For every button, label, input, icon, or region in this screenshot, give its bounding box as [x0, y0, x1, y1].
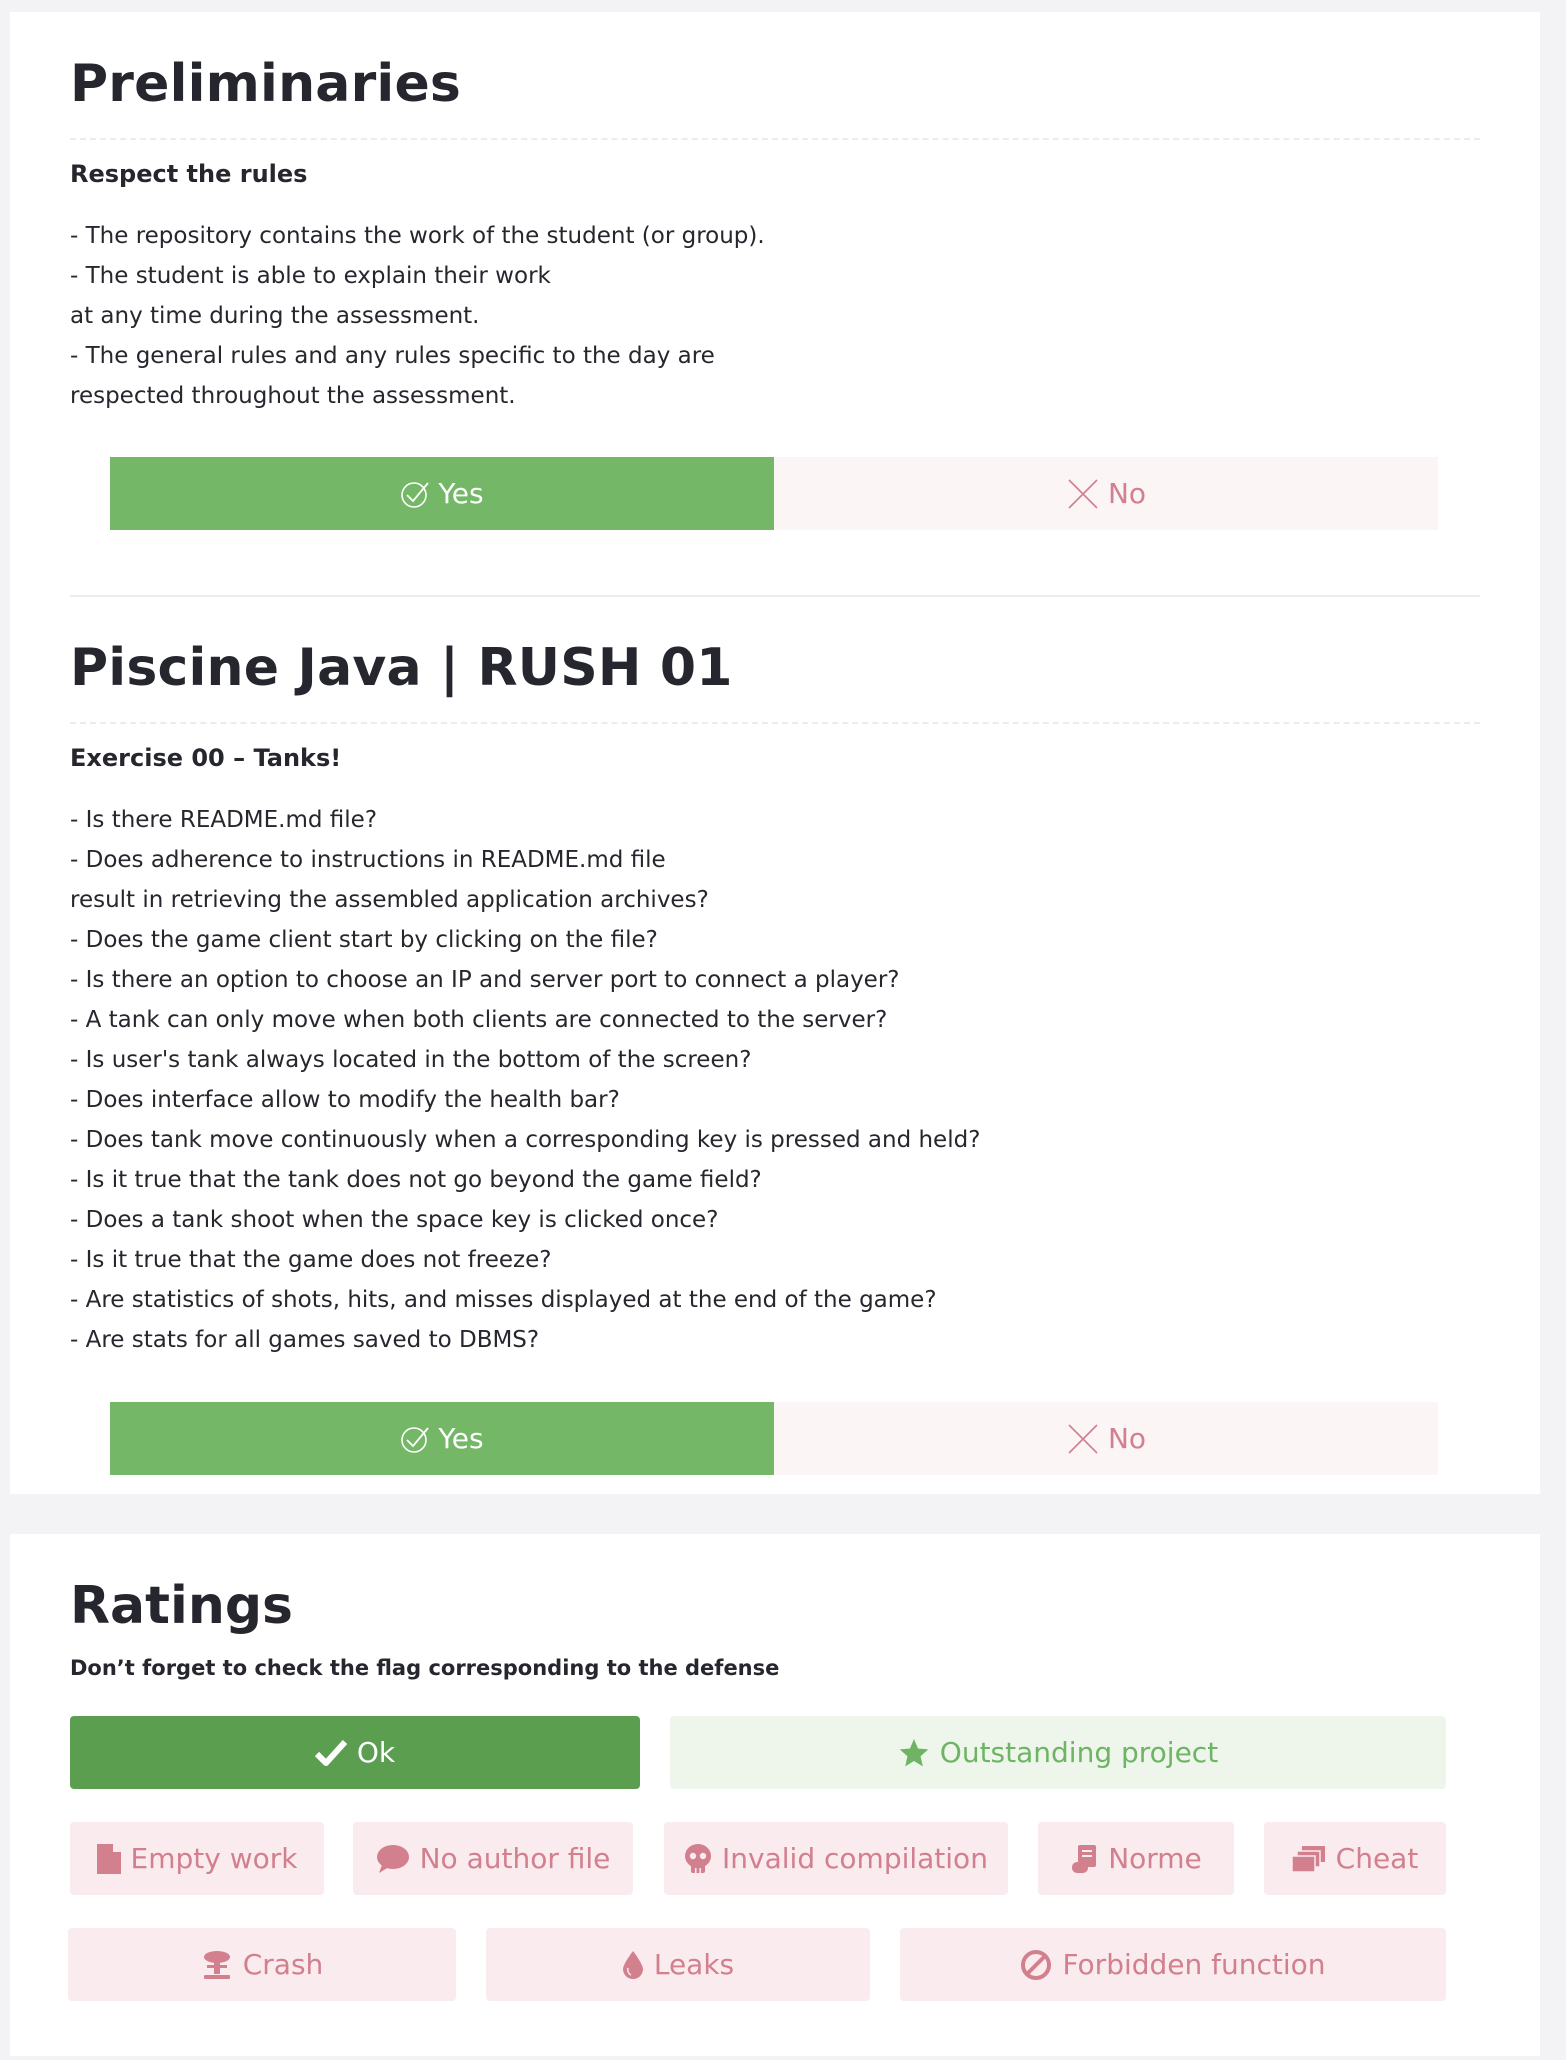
yes-button[interactable]: Yes: [110, 457, 774, 530]
exercise-checklist: - Is there README.md file? - Does adhere…: [70, 800, 1370, 1360]
checklist-line: - Are stats for all games saved to DBMS?: [70, 1327, 540, 1353]
description-line: - The repository contains the work of th…: [70, 223, 765, 249]
invalid-compilation-flag-button[interactable]: Invalid compilation: [664, 1822, 1008, 1895]
empty-work-flag-button[interactable]: Empty work: [70, 1822, 324, 1895]
checklist-line: - A tank can only move when both clients…: [70, 1007, 888, 1033]
description-line: respected throughout the assessment.: [70, 383, 516, 409]
divider: [70, 138, 1480, 140]
ratings-title: Ratings: [70, 1576, 294, 1636]
leaks-label: Leaks: [653, 1948, 735, 1981]
ratings-note: Don’t forget to check the flag correspon…: [70, 1656, 780, 1680]
checklist-line: result in retrieving the assembled appli…: [70, 887, 709, 913]
scroll-icon: [1070, 1844, 1098, 1874]
check-icon: [314, 1739, 347, 1767]
file-icon: [96, 1843, 121, 1874]
invalid-compilation-label: Invalid compilation: [722, 1842, 988, 1875]
yes-label: Yes: [438, 1422, 484, 1455]
close-icon: [1066, 1422, 1100, 1456]
rules-subtitle: Respect the rules: [70, 160, 308, 188]
norme-label: Norme: [1108, 1842, 1202, 1875]
checklist-line: - Does tank move continuously when a cor…: [70, 1127, 981, 1153]
no-button[interactable]: No: [774, 1402, 1438, 1475]
ok-label: Ok: [356, 1736, 396, 1769]
crash-flag-button[interactable]: Crash: [68, 1928, 456, 2001]
skull-icon: [684, 1843, 712, 1874]
no-label: No: [1107, 477, 1147, 510]
no-button[interactable]: No: [774, 457, 1438, 530]
checklist-line: - Is there an option to choose an IP and…: [70, 967, 900, 993]
yes-button[interactable]: Yes: [110, 1402, 774, 1475]
rules-description: - The repository contains the work of th…: [70, 216, 1370, 416]
leaks-flag-button[interactable]: Leaks: [486, 1928, 870, 2001]
drop-icon: [622, 1950, 644, 1980]
ok-flag-button[interactable]: Ok: [70, 1716, 640, 1789]
description-line: at any time during the assessment.: [70, 303, 480, 329]
checklist-line: - Are statistics of shots, hits, and mis…: [70, 1287, 937, 1313]
checklist-line: - Does interface allow to modify the hea…: [70, 1087, 620, 1113]
cheat-label: Cheat: [1335, 1842, 1419, 1875]
preliminaries-title: Preliminaries: [70, 54, 462, 114]
forbidden-function-label: Forbidden function: [1062, 1948, 1326, 1981]
copy-icon: [1291, 1845, 1326, 1873]
star-icon: [898, 1737, 930, 1769]
cheat-flag-button[interactable]: Cheat: [1264, 1822, 1446, 1895]
outstanding-label: Outstanding project: [939, 1736, 1219, 1769]
no-label: No: [1107, 1422, 1147, 1455]
checklist-line: - Does a tank shoot when the space key i…: [70, 1207, 719, 1233]
ban-icon: [1020, 1949, 1052, 1981]
norme-flag-button[interactable]: Norme: [1038, 1822, 1234, 1895]
description-line: - The general rules and any rules specif…: [70, 343, 715, 369]
project-title: Piscine Java | RUSH 01: [70, 638, 733, 698]
forbidden-function-flag-button[interactable]: Forbidden function: [900, 1928, 1446, 2001]
ratings-card: Ratings Don’t forget to check the flag c…: [10, 1534, 1540, 2056]
check-circle-icon: [400, 1424, 430, 1454]
checklist-line: - Is it true that the game does not free…: [70, 1247, 552, 1273]
speech-bubble-icon: [376, 1844, 410, 1874]
empty-work-label: Empty work: [130, 1842, 298, 1875]
section-divider: [70, 595, 1480, 597]
no-author-file-flag-button[interactable]: No author file: [353, 1822, 633, 1895]
evaluation-card: Preliminaries Respect the rules - The re…: [10, 12, 1540, 1494]
yes-label: Yes: [438, 477, 484, 510]
outstanding-project-flag-button[interactable]: Outstanding project: [670, 1716, 1446, 1789]
exercise-yes-no: Yes No: [110, 1402, 1438, 1475]
check-circle-icon: [400, 479, 430, 509]
exercise-title: Exercise 00 – Tanks!: [70, 744, 342, 772]
checklist-line: - Is there README.md file?: [70, 807, 378, 833]
checklist-line: - Does the game client start by clicking…: [70, 927, 658, 953]
checklist-line: - Does adherence to instructions in READ…: [70, 847, 666, 873]
checklist-line: - Is it true that the tank does not go b…: [70, 1167, 762, 1193]
divider: [70, 722, 1480, 724]
explosion-icon: [201, 1950, 233, 1980]
close-icon: [1066, 477, 1100, 511]
description-line: - The student is able to explain their w…: [70, 263, 551, 289]
crash-label: Crash: [242, 1948, 324, 1981]
checklist-line: - Is user's tank always located in the b…: [70, 1047, 752, 1073]
preliminaries-yes-no: Yes No: [110, 457, 1438, 530]
no-author-file-label: No author file: [419, 1842, 611, 1875]
